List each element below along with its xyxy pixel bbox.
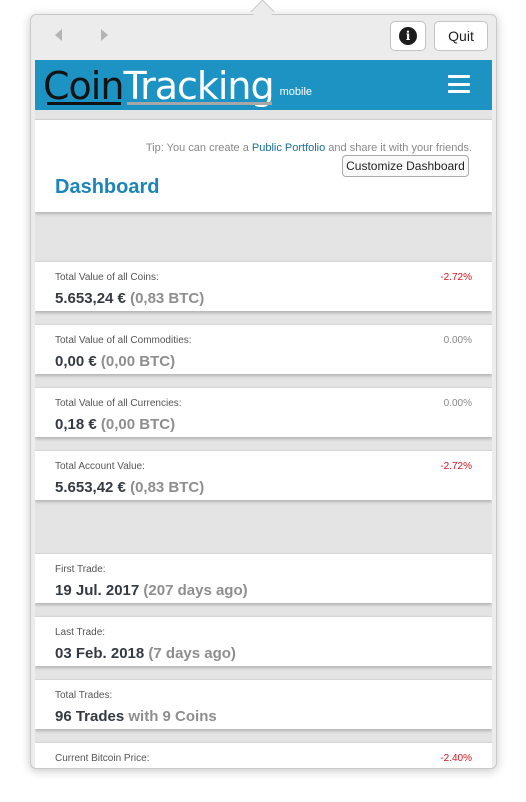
stat-card-first-trade: First Trade: 19 Jul. 2017 (207 days ago) (35, 553, 492, 603)
public-portfolio-link[interactable]: Public Portfolio (252, 142, 325, 154)
stat-label: Total Value of all Commodities: (55, 335, 192, 346)
tip-text: Tip: You can create a Public Portfolio a… (145, 142, 472, 154)
logo-mobile-text: mobile (279, 86, 313, 98)
stat-value: 0,00 € (0,00 BTC) (55, 353, 176, 370)
stat-card-bitcoin-price: Current Bitcoin Price: -2.40% (35, 742, 492, 768)
stat-value: 5.653,24 € (0,83 BTC) (55, 290, 205, 307)
stat-value: 0,18 € (0,00 BTC) (55, 416, 176, 433)
stat-card-commodities: Total Value of all Commodities: 0.00% 0,… (35, 324, 492, 374)
stat-label: Total Value of all Coins: (55, 272, 159, 283)
quit-button[interactable]: Quit (434, 21, 488, 51)
dashboard-header-card: Tip: You can create a Public Portfolio a… (35, 119, 492, 212)
stat-label: Last Trade: (55, 627, 106, 638)
page-title: Dashboard (55, 176, 160, 198)
info-icon: i (399, 27, 417, 45)
stat-label: First Trade: (55, 564, 106, 575)
logo-tracking-text: Tracking (123, 64, 274, 108)
stat-card-total-trades: Total Trades: 96 Trades with 9 Coins (35, 679, 492, 729)
stat-value: 96 Trades with 9 Coins (55, 708, 217, 725)
customize-dashboard-button[interactable]: Customize Dashboard (342, 155, 469, 177)
stat-label: Current Bitcoin Price: (55, 753, 150, 764)
stat-card-coins: Total Value of all Coins: -2.72% 5.653,2… (35, 261, 492, 311)
stat-value: 19 Jul. 2017 (207 days ago) (55, 582, 248, 599)
stat-card-account: Total Account Value: -2.72% 5.653,42 € (… (35, 450, 492, 500)
stat-change-badge: -2.72% (440, 461, 472, 472)
stat-label: Total Value of all Currencies: (55, 398, 182, 409)
cointracking-logo[interactable]: Coin Tracking mobile (43, 60, 312, 110)
web-content: Coin Tracking mobile Tip: You can create… (35, 60, 492, 768)
info-button[interactable]: i (390, 21, 426, 51)
logo-coin-text: Coin (43, 64, 124, 108)
popover-window: i Quit Coin Tracking mobile Tip: You can… (30, 14, 497, 769)
stat-value: 03 Feb. 2018 (7 days ago) (55, 645, 236, 662)
stat-card-currencies: Total Value of all Currencies: 0.00% 0,1… (35, 387, 492, 437)
stat-change-badge: 0.00% (443, 398, 472, 409)
stat-label: Total Trades: (55, 690, 113, 701)
app-header: Coin Tracking mobile (35, 60, 492, 110)
stat-value: 5.653,42 € (0,83 BTC) (55, 479, 205, 496)
hamburger-menu-icon[interactable] (448, 75, 470, 93)
back-arrow-icon[interactable] (55, 29, 62, 41)
forward-arrow-icon[interactable] (101, 29, 108, 41)
stat-change-badge: 0.00% (443, 335, 472, 346)
stat-card-last-trade: Last Trade: 03 Feb. 2018 (7 days ago) (35, 616, 492, 666)
stat-change-badge: -2.40% (440, 753, 472, 764)
stat-change-badge: -2.72% (440, 272, 472, 283)
stat-label: Total Account Value: (55, 461, 145, 472)
